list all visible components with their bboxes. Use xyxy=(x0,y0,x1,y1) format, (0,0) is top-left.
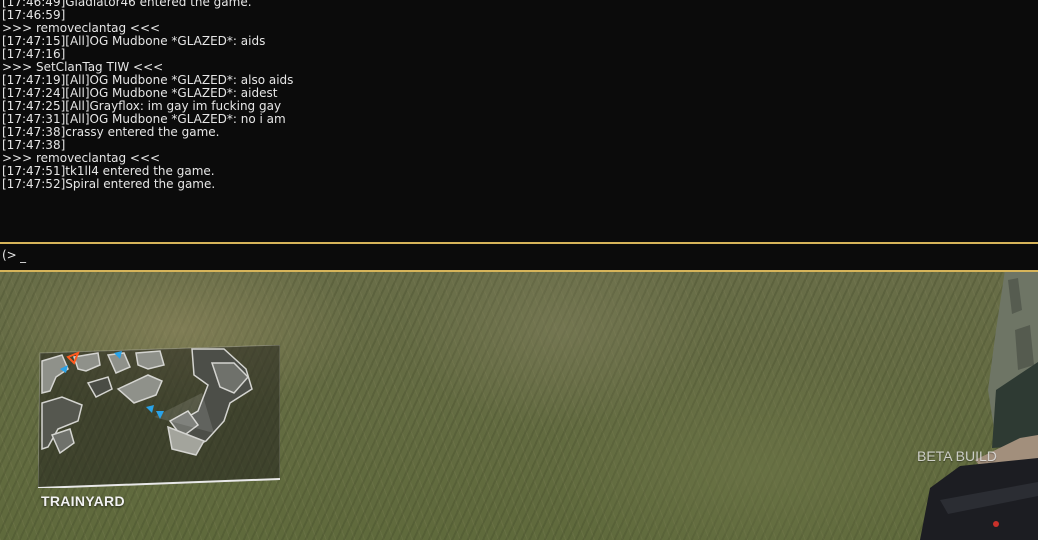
console-divider xyxy=(0,270,1038,272)
minimap-location-label: TRAINYARD xyxy=(41,493,125,509)
console-log: [17:46:49]Gladiator46 entered the game. … xyxy=(0,0,1038,242)
minimap-panel xyxy=(38,345,280,488)
status-light-icon xyxy=(993,521,999,527)
developer-console: [17:46:49]Gladiator46 entered the game. … xyxy=(0,0,1038,272)
beta-build-watermark: BETA BUILD xyxy=(917,448,997,464)
console-line: [17:47:52]Spiral entered the game. xyxy=(2,177,216,191)
player-weapon-arm xyxy=(920,270,1038,540)
console-command-input[interactable] xyxy=(20,246,1020,266)
console-input-row[interactable]: (> xyxy=(0,244,1038,270)
minimap xyxy=(38,345,280,488)
console-prompt: (> xyxy=(2,248,17,262)
